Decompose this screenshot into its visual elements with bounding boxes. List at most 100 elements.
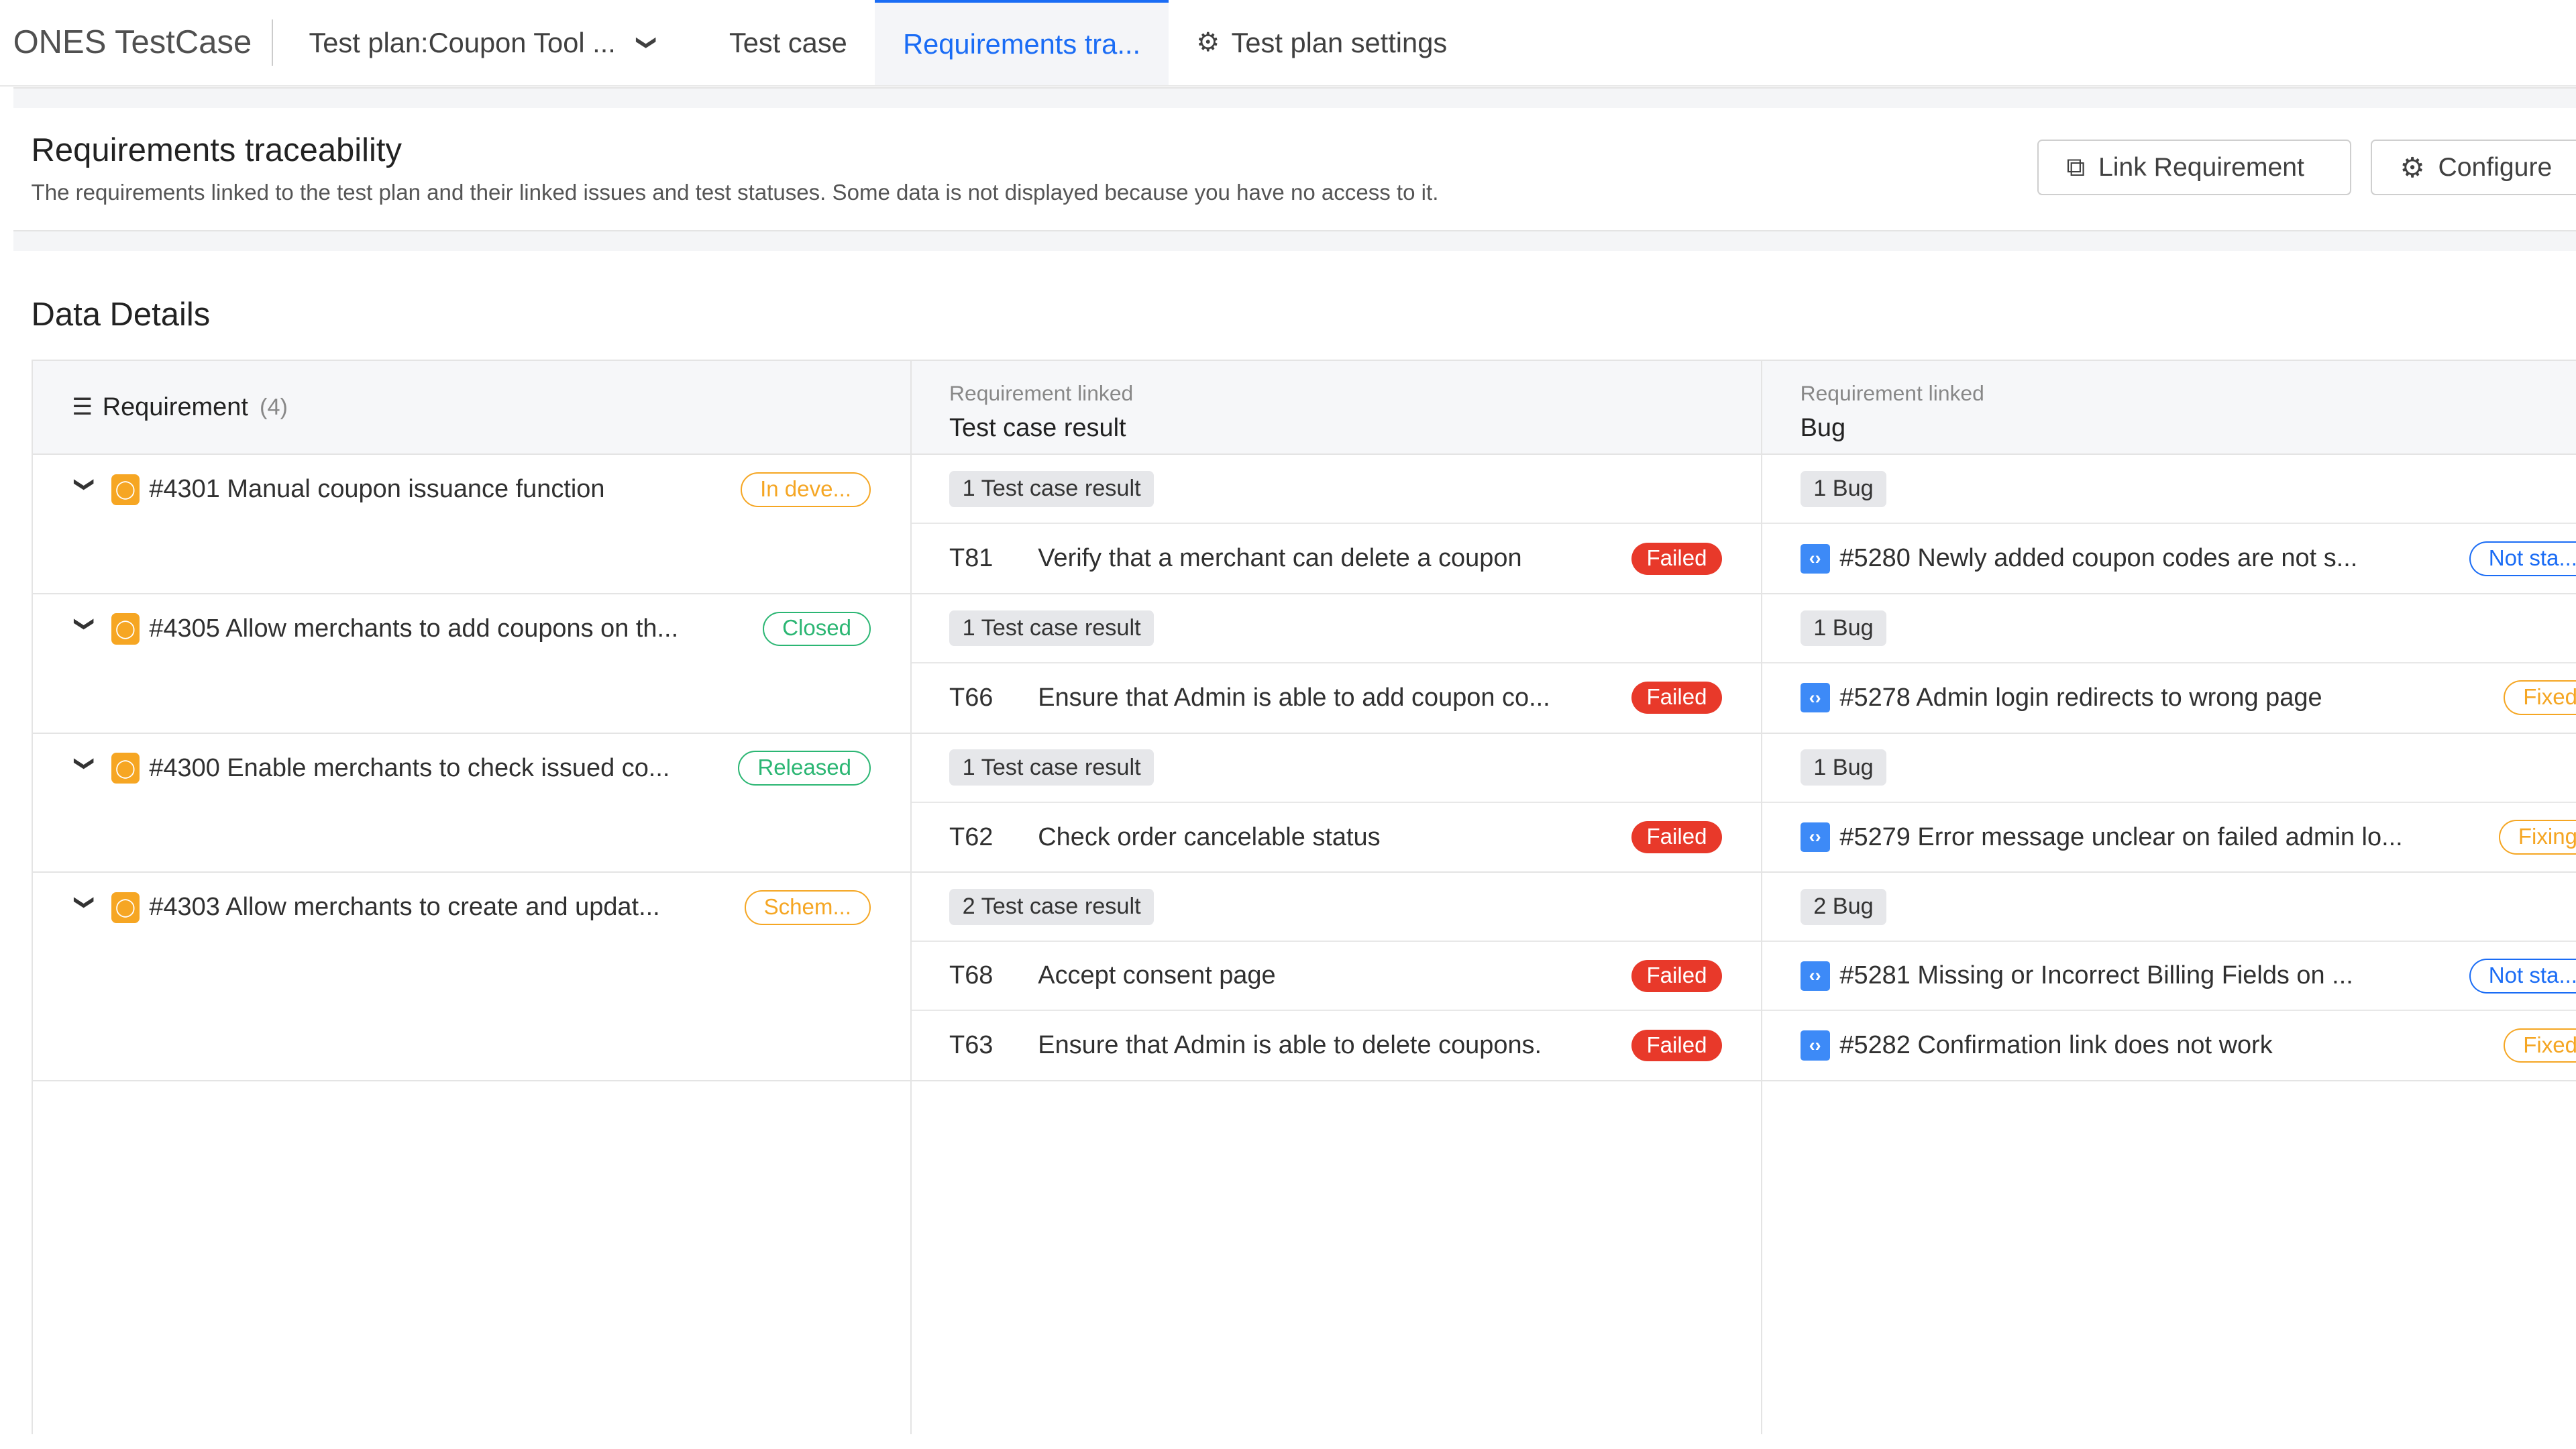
bug-count-row: 1 Bug	[1762, 734, 2576, 803]
tab-label: Test plan settings	[1231, 26, 1448, 58]
table-body: ❯ ◯ #4301 Manual coupon issuance functio…	[32, 455, 2576, 1081]
column-header-test-case-result: Requirement linked Test case result	[912, 361, 1763, 454]
bug-title[interactable]: #5279 Error message unclear on failed ad…	[1839, 823, 2499, 852]
requirement-row[interactable]: ❯ ◯ #4300 Enable merchants to check issu…	[33, 734, 910, 803]
test-case-row[interactable]: T81 Verify that a merchant can delete a …	[912, 524, 1762, 593]
test-case-cell: 2 Test case result T68 Accept consent pa…	[911, 873, 1763, 1080]
button-label: Configure	[2438, 152, 2553, 182]
bug-title[interactable]: #5281 Missing or Incorrect Billing Field…	[1839, 961, 2469, 990]
app-window: ONES TestCase Test plan:Coupon Tool ... …	[0, 0, 2576, 1449]
requirement-cell: ❯ ◯ #4303 Allow merchants to create and …	[33, 873, 912, 1080]
test-case-name[interactable]: Verify that a merchant can delete a coup…	[1038, 544, 1631, 573]
bug-type-icon: ‹›	[1800, 683, 1830, 713]
chevron-down-icon[interactable]: ❯	[73, 476, 97, 502]
test-plan-selector[interactable]: Test plan:Coupon Tool ... ❯	[309, 27, 658, 59]
divider	[13, 87, 2576, 109]
link-requirement-button[interactable]: ⧉ Link Requirement	[2037, 140, 2351, 196]
test-case-name[interactable]: Ensure that Admin is able to add coupon …	[1038, 684, 1631, 712]
bug-cell: 1 Bug ‹› #5280 Newly added coupon codes …	[1762, 455, 2576, 593]
bug-status-badge: Not sta...	[2469, 958, 2576, 994]
requirement-title[interactable]: #4301 Manual coupon issuance function	[149, 475, 741, 504]
requirement-title[interactable]: #4300 Enable merchants to check issued c…	[149, 754, 738, 783]
test-case-id: T68	[949, 961, 994, 990]
status-badge: In deve...	[741, 472, 871, 507]
configure-button[interactable]: ⚙ Configure	[2370, 140, 2576, 196]
chevron-down-icon[interactable]: ❯	[73, 616, 97, 642]
bug-row[interactable]: ‹› #5280 Newly added coupon codes are no…	[1762, 524, 2576, 593]
link-icon: ⧉	[2066, 152, 2086, 182]
requirement-row[interactable]: ❯ ◯ #4305 Allow merchants to add coupons…	[33, 594, 910, 663]
bug-count-row: 2 Bug	[1762, 873, 2576, 943]
traceability-table: ☰ Requirement (4) Requirement linked Tes…	[31, 360, 2576, 1435]
bug-cell: 2 Bug ‹› #5281 Missing or Incorrect Bill…	[1762, 873, 2576, 1080]
requirement-row[interactable]: ❯ ◯ #4303 Allow merchants to create and …	[33, 873, 910, 942]
bug-count-badge: 2 Bug	[1800, 889, 1887, 925]
bug-row[interactable]: ‹› #5278 Admin login redirects to wrong …	[1762, 663, 2576, 733]
test-case-count-badge: 1 Test case result	[949, 610, 1155, 647]
status-badge: Schem...	[744, 890, 871, 925]
tab-test-plan-settings[interactable]: ⚙ Test plan settings	[1169, 0, 1475, 85]
column-header-bug: Requirement linked Bug	[1762, 361, 2576, 453]
test-case-count-badge: 2 Test case result	[949, 889, 1155, 925]
result-badge: Failed	[1631, 821, 1722, 853]
requirement-group: ❯ ◯ #4301 Manual coupon issuance functio…	[32, 455, 2576, 595]
requirement-cell: ❯ ◯ #4305 Allow merchants to add coupons…	[33, 594, 912, 733]
test-case-id: T63	[949, 1031, 994, 1060]
test-case-cell: 1 Test case result T66 Ensure that Admin…	[911, 594, 1763, 733]
page-description: The requirements linked to the test plan…	[31, 180, 1439, 206]
test-case-count-row: 1 Test case result	[911, 734, 1762, 803]
button-label: Link Requirement	[2098, 152, 2304, 182]
bug-count-badge: 1 Bug	[1800, 610, 1887, 647]
tab-test-case[interactable]: Test case	[701, 0, 875, 85]
test-case-row[interactable]: T63 Ensure that Admin is able to delete …	[912, 1011, 1762, 1080]
result-badge: Failed	[1631, 542, 1722, 575]
gear-icon: ⚙	[2400, 152, 2425, 184]
test-case-count-row: 2 Test case result	[911, 873, 1762, 943]
bug-type-icon: ‹›	[1800, 822, 1830, 853]
test-case-id: T62	[949, 822, 994, 851]
result-badge: Failed	[1631, 682, 1722, 714]
test-case-cell: 1 Test case result T81 Verify that a mer…	[911, 455, 1763, 594]
test-case-count-badge: 1 Test case result	[949, 470, 1155, 507]
test-case-row[interactable]: T68 Accept consent page Failed	[911, 942, 1762, 1012]
result-badge: Failed	[1631, 959, 1722, 992]
chevron-down-icon[interactable]: ❯	[73, 755, 97, 782]
chevron-down-icon[interactable]: ❯	[73, 894, 97, 920]
empty-cell	[33, 1081, 912, 1435]
section-title: Data Details	[31, 296, 211, 333]
bug-title[interactable]: #5282 Confirmation link does not work	[1839, 1031, 2504, 1060]
test-case-count-badge: 1 Test case result	[949, 749, 1155, 786]
bug-title[interactable]: #5278 Admin login redirects to wrong pag…	[1839, 684, 2504, 712]
test-case-name[interactable]: Ensure that Admin is able to delete coup…	[1038, 1031, 1631, 1060]
requirement-title[interactable]: #4305 Allow merchants to add coupons on …	[149, 614, 763, 643]
test-case-name[interactable]: Check order cancelable status	[1038, 823, 1631, 852]
requirement-cell: ❯ ◯ #4300 Enable merchants to check issu…	[33, 733, 912, 872]
bug-row[interactable]: ‹› #5282 Confirmation link does not work…	[1762, 1011, 2576, 1080]
column-label: Bug	[1800, 413, 1846, 442]
requirement-cell: ❯ ◯ #4301 Manual coupon issuance functio…	[33, 455, 912, 594]
requirement-bulb-icon: ◯	[111, 474, 140, 506]
bug-status-badge: Not sta...	[2469, 541, 2576, 576]
tab-requirements-traceability[interactable]: Requirements tra...	[875, 0, 1169, 86]
test-case-name[interactable]: Accept consent page	[1038, 961, 1631, 990]
empty-cell	[912, 1081, 1763, 1435]
bug-count-badge: 1 Bug	[1800, 470, 1887, 507]
bug-row[interactable]: ‹› #5279 Error message unclear on failed…	[1762, 803, 2576, 872]
bug-type-icon: ‹›	[1800, 1030, 1830, 1061]
test-case-count-row: 1 Test case result	[911, 594, 1762, 663]
requirement-row[interactable]: ❯ ◯ #4301 Manual coupon issuance functio…	[33, 455, 910, 524]
test-case-count-row: 1 Test case result	[911, 455, 1762, 525]
bug-title[interactable]: #5280 Newly added coupon codes are not s…	[1839, 544, 2469, 573]
test-case-id: T66	[949, 683, 994, 712]
page-title: Requirements traceability	[31, 131, 402, 168]
bug-count-row: 1 Bug	[1762, 594, 2576, 663]
bug-status-badge: Fixing	[2498, 820, 2576, 855]
requirement-bulb-icon: ◯	[111, 892, 140, 924]
requirement-group: ❯ ◯ #4303 Allow merchants to create and …	[32, 873, 2576, 1081]
test-case-row[interactable]: T66 Ensure that Admin is able to add cou…	[912, 663, 1762, 733]
top-bar: ONES TestCase Test plan:Coupon Tool ... …	[0, 0, 2576, 87]
bug-row[interactable]: ‹› #5281 Missing or Incorrect Billing Fi…	[1762, 942, 2576, 1012]
requirement-count: (4)	[260, 394, 288, 420]
requirement-title[interactable]: #4303 Allow merchants to create and upda…	[149, 893, 744, 922]
test-case-row[interactable]: T62 Check order cancelable status Failed	[912, 803, 1762, 872]
